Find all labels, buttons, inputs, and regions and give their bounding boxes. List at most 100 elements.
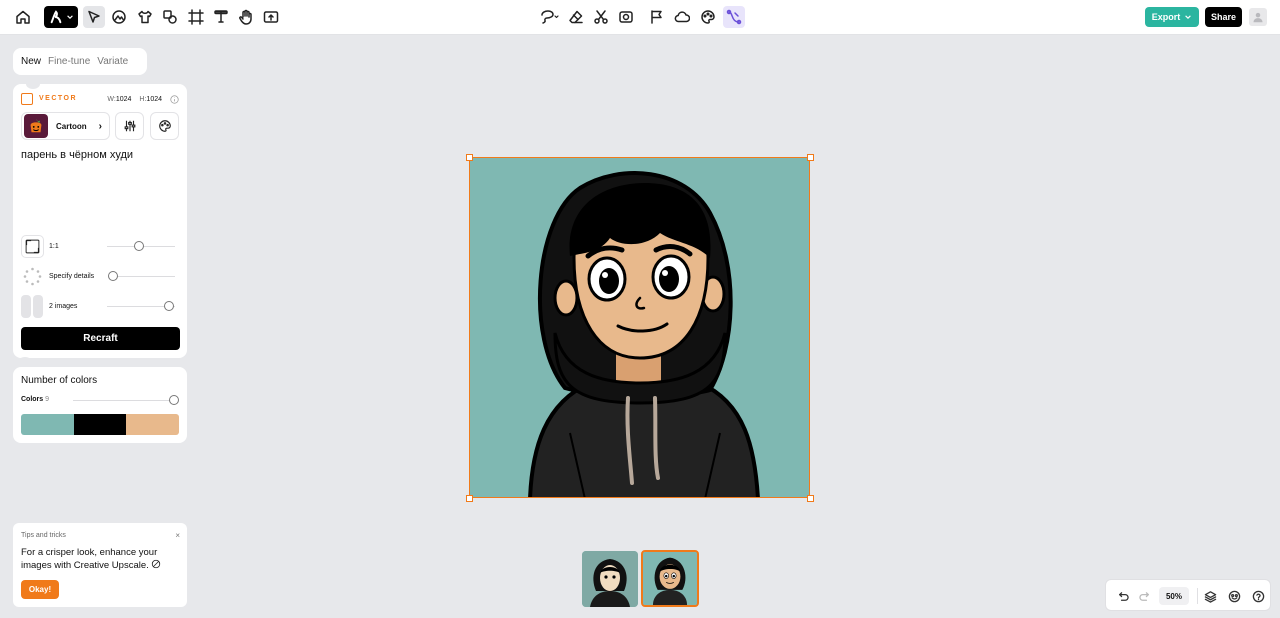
panel-notch xyxy=(18,357,32,367)
image-tool-icon[interactable] xyxy=(108,6,130,28)
flag-icon[interactable] xyxy=(646,6,668,28)
aspect-ratio-row[interactable]: 1:1 xyxy=(21,235,179,259)
color-palette-button[interactable] xyxy=(150,112,179,140)
redo-icon[interactable] xyxy=(1138,589,1152,603)
export-label: Export xyxy=(1151,12,1181,22)
lasso-tool-icon[interactable] xyxy=(538,6,562,28)
canvas-image[interactable] xyxy=(469,157,810,498)
divider xyxy=(1197,588,1198,604)
image-count-slider-knob[interactable] xyxy=(164,301,174,311)
swatch-black[interactable] xyxy=(73,414,127,435)
tab-new[interactable]: New xyxy=(21,56,41,67)
palette-icon xyxy=(158,120,171,132)
swatch-teal[interactable] xyxy=(21,414,74,435)
number-of-colors-title: Number of colors xyxy=(21,375,98,386)
model-type-label: VECTOR xyxy=(39,95,78,102)
undo-icon[interactable] xyxy=(1115,589,1129,603)
mode-tabs: New Fine-tune Variate xyxy=(13,48,147,75)
zoom-level[interactable]: 50% xyxy=(1159,587,1189,605)
recraft-button[interactable]: Recraft xyxy=(21,327,180,350)
text-tool-icon[interactable] xyxy=(210,6,232,28)
chevron-down-icon xyxy=(1185,15,1192,19)
info-icon[interactable] xyxy=(170,95,179,104)
colors-label: Colors xyxy=(21,396,44,403)
height-value: 1024 xyxy=(146,96,162,103)
image-dimensions[interactable]: W:1024 H:1024 xyxy=(107,95,179,104)
variant-1-image xyxy=(582,551,638,607)
select-tool-icon[interactable] xyxy=(83,6,105,28)
settings-sliders-button[interactable] xyxy=(115,112,144,140)
palette-icon[interactable] xyxy=(697,6,719,28)
upscale-icon[interactable] xyxy=(615,6,637,28)
layers-icon[interactable] xyxy=(1203,589,1217,603)
width-value: 1024 xyxy=(115,96,132,103)
width-label: W: xyxy=(107,96,116,103)
user-avatar-icon[interactable] xyxy=(1249,8,1267,26)
colors-panel: Number of colors Colors 9 xyxy=(13,367,187,443)
colors-slider-track[interactable] xyxy=(73,400,173,401)
top-toolbar: Export Share xyxy=(0,0,1280,35)
details-toggle-track[interactable] xyxy=(113,276,175,277)
hand-tool-icon[interactable] xyxy=(235,6,257,28)
mockup-tshirt-icon[interactable] xyxy=(134,6,156,28)
app-menu-button[interactable] xyxy=(44,6,78,28)
vector-settings-row: VECTOR W:1024 H:1024 xyxy=(21,93,179,105)
chevron-down-icon xyxy=(66,15,73,19)
close-icon[interactable]: × xyxy=(175,531,180,540)
vector-icon xyxy=(21,93,33,105)
eraser-tool-icon[interactable] xyxy=(565,6,587,28)
aspect-ratio-slider-knob[interactable] xyxy=(134,241,144,251)
panel-notch xyxy=(26,79,40,89)
help-icon[interactable] xyxy=(1251,589,1265,603)
hoodie-boy-illustration xyxy=(528,171,760,497)
shapes-tool-icon[interactable] xyxy=(159,6,181,28)
tab-variate[interactable]: Variate xyxy=(97,56,128,67)
export-button[interactable]: Export xyxy=(1145,7,1199,27)
upscale-icon xyxy=(152,559,161,569)
upload-tool-icon[interactable] xyxy=(260,6,282,28)
image-count-icon xyxy=(21,295,44,318)
vector-path-icon[interactable] xyxy=(723,6,745,28)
sliders-icon xyxy=(124,120,135,132)
frame-tool-icon[interactable] xyxy=(185,6,207,28)
tab-fine-tune[interactable]: Fine-tune xyxy=(48,56,90,67)
zoom-controls: 50% xyxy=(1105,579,1271,611)
home-icon[interactable] xyxy=(12,6,34,28)
swatch-skin[interactable] xyxy=(126,414,179,435)
tips-card: Tips and tricks × For a crisper look, en… xyxy=(13,523,187,607)
style-selector-button[interactable]: Cartoon › xyxy=(21,112,110,140)
resize-handle-bottom-left[interactable] xyxy=(466,495,473,502)
generate-panel: VECTOR W:1024 H:1024 Cartoon › парень в … xyxy=(13,84,187,358)
style-thumbnail xyxy=(24,114,48,138)
variant-2-image xyxy=(643,552,697,605)
variant-thumbnail-1[interactable] xyxy=(582,551,638,607)
aspect-ratio-icon xyxy=(21,235,44,258)
colors-slider-knob[interactable] xyxy=(169,395,179,405)
tips-text: For a crisper look, enhance your images … xyxy=(21,547,158,571)
style-name: Cartoon xyxy=(56,121,87,131)
community-icon[interactable] xyxy=(1227,589,1241,603)
okay-button[interactable]: Okay! xyxy=(21,580,59,599)
aspect-ratio-label: 1:1 xyxy=(49,243,59,250)
color-swatches xyxy=(21,414,179,435)
resize-handle-top-right[interactable] xyxy=(807,154,814,161)
details-toggle-knob[interactable] xyxy=(108,271,118,281)
prompt-input[interactable]: парень в чёрном худи xyxy=(21,149,133,161)
colors-count-label: Colors 9 xyxy=(21,396,49,403)
specify-details-label: Specify details xyxy=(49,273,95,280)
resize-handle-bottom-right[interactable] xyxy=(807,495,814,502)
colors-count-value: 9 xyxy=(45,396,50,403)
share-button[interactable]: Share xyxy=(1205,7,1242,27)
specify-details-row[interactable]: Specify details xyxy=(21,265,179,289)
details-dots-icon xyxy=(21,265,44,288)
logo-icon xyxy=(50,10,61,24)
variant-thumbnail-2-selected[interactable] xyxy=(641,550,699,607)
tips-body: For a crisper look, enhance your images … xyxy=(21,547,181,572)
image-count-row[interactable]: 2 images xyxy=(21,295,179,319)
image-count-label: 2 images xyxy=(49,303,78,310)
scissors-icon[interactable] xyxy=(590,6,612,28)
cloud-icon[interactable] xyxy=(671,6,693,28)
resize-handle-top-left[interactable] xyxy=(466,154,473,161)
tips-title: Tips and tricks xyxy=(21,532,66,539)
chevron-right-icon: › xyxy=(98,121,102,132)
